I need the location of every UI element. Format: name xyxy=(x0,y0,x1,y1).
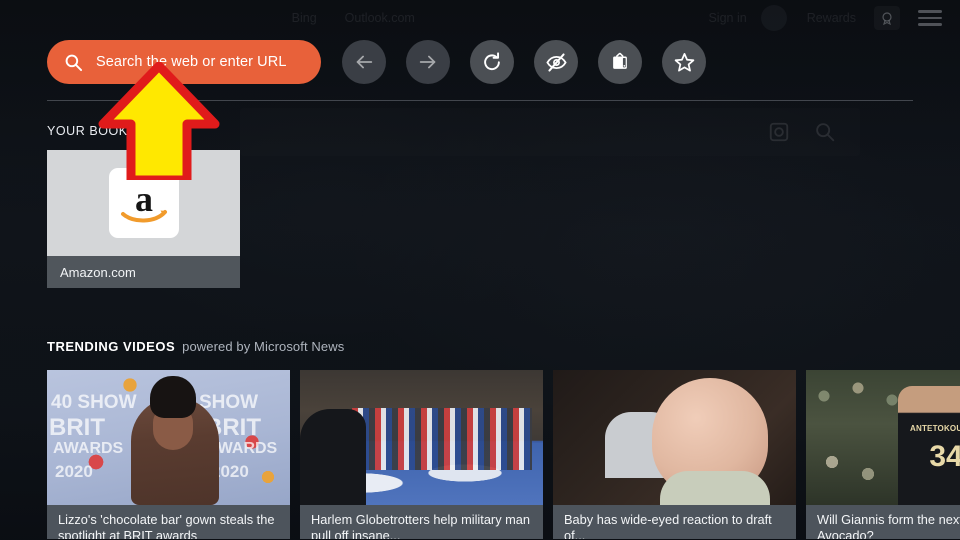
video-thumbnail xyxy=(300,370,543,505)
trending-header: TRENDING VIDEOS powered by Microsoft New… xyxy=(47,339,960,354)
fire-tv-silk-browser-home: Bing Outlook.com Sign in Rewards Search … xyxy=(0,0,960,540)
amazon-logo-icon: a xyxy=(108,168,179,238)
trending-videos-row: 40 SHOW BRIT AWARDS 2020 SHOW BRIT AWARD… xyxy=(47,370,960,539)
content-divider xyxy=(47,100,913,101)
arrow-right-icon xyxy=(419,55,436,69)
top-link-bing[interactable]: Bing xyxy=(292,11,317,25)
video-card[interactable]: Harlem Globetrotters help military man p… xyxy=(300,370,543,539)
video-card[interactable]: Baby has wide-eyed reaction to draft of.… xyxy=(553,370,796,539)
video-thumbnail xyxy=(553,370,796,505)
bookmarks-section-title: YOUR BOOKMARKS xyxy=(47,124,175,138)
trending-title: TRENDING VIDEOS xyxy=(47,339,176,354)
star-icon xyxy=(674,52,694,72)
search-placeholder: Search the web or enter URL xyxy=(96,54,287,70)
video-card[interactable]: 40 SHOW BRIT AWARDS 2020 SHOW BRIT AWARD… xyxy=(47,370,290,539)
arrow-left-icon xyxy=(356,55,373,69)
rewards-badge-icon[interactable] xyxy=(874,6,901,30)
video-card[interactable]: ANTETOKOUNMPO 34 Will Giannis form the n… xyxy=(806,370,960,539)
video-thumbnail: 40 SHOW BRIT AWARDS 2020 SHOW BRIT AWARD… xyxy=(47,370,290,505)
eye-slash-icon xyxy=(545,52,567,72)
top-link-sign-in[interactable]: Sign in xyxy=(708,11,746,25)
video-thumbnail: ANTETOKOUNMPO 34 xyxy=(806,370,960,505)
search-input[interactable]: Search the web or enter URL xyxy=(47,40,321,84)
svg-text:a: a xyxy=(135,179,153,219)
video-caption: Lizzo's 'chocolate bar' gown steals the … xyxy=(47,505,290,539)
back-button[interactable] xyxy=(342,40,386,84)
toolbar xyxy=(342,40,706,84)
cast-button[interactable] xyxy=(598,40,642,84)
video-caption: Will Giannis form the next Zwierdny-Avoc… xyxy=(806,505,960,539)
trending-videos-section: TRENDING VIDEOS powered by Microsoft New… xyxy=(47,339,960,539)
forward-button[interactable] xyxy=(406,40,450,84)
trending-subtitle: powered by Microsoft News xyxy=(182,339,345,354)
bookmarks-grid: a Amazon.com xyxy=(47,150,240,288)
hamburger-menu-icon[interactable] xyxy=(918,6,943,30)
top-link-outlook[interactable]: Outlook.com xyxy=(345,11,415,25)
video-caption: Baby has wide-eyed reaction to draft of.… xyxy=(553,505,796,539)
camera-lens-icon xyxy=(769,122,789,142)
background-search-icon xyxy=(816,123,835,142)
private-mode-button[interactable] xyxy=(534,40,578,84)
bookmark-button[interactable] xyxy=(662,40,706,84)
search-icon xyxy=(65,54,83,71)
reload-button[interactable] xyxy=(470,40,514,84)
browser-navigation-row: Search the web or enter URL xyxy=(0,36,960,88)
bookmarks-section: YOUR BOOKMARKS a Amazon.com xyxy=(47,124,240,288)
video-caption: Harlem Globetrotters help military man p… xyxy=(300,505,543,539)
top-link-rewards[interactable]: Rewards xyxy=(807,11,856,25)
account-avatar[interactable] xyxy=(760,5,787,31)
bookmark-thumbnail: a xyxy=(47,150,240,256)
reload-icon xyxy=(484,52,500,71)
bookmark-label: Amazon.com xyxy=(47,256,240,288)
top-bar: Bing Outlook.com Sign in Rewards xyxy=(0,0,960,36)
bookmark-tile-amazon[interactable]: a Amazon.com xyxy=(47,150,240,288)
tv-icon xyxy=(613,52,627,69)
background-search-panel xyxy=(240,108,860,156)
